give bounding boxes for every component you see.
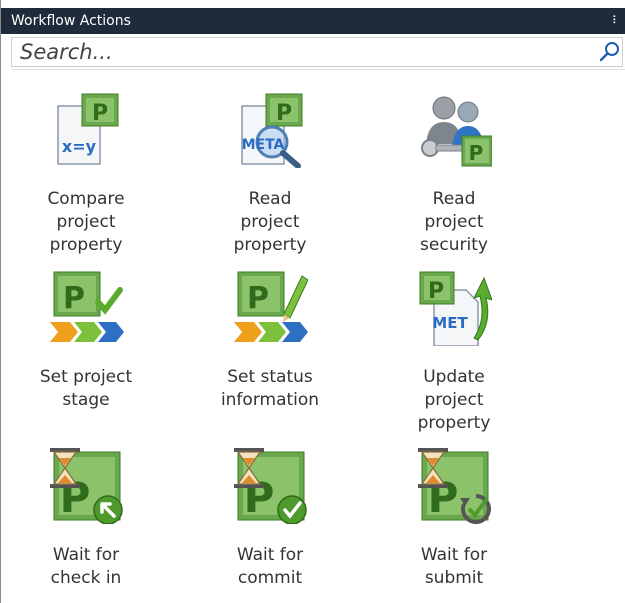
wait-submit-icon: P (418, 448, 491, 524)
action-label: Read project security (420, 189, 488, 255)
svg-text:MET: MET (432, 314, 468, 332)
set-status-icon: P (234, 271, 308, 342)
action-label: Read project property (233, 189, 307, 255)
action-label: Compare project property (47, 189, 125, 255)
action-set-project-stage[interactable]: P Set project stage (11, 270, 161, 430)
svg-text:P: P (63, 281, 85, 316)
read-security-icon: P (421, 96, 492, 167)
workflow-actions-panel: Workflow Actions ⠇ P x=y Compare project… (0, 0, 625, 603)
svg-text:x=y: x=y (62, 137, 97, 156)
panel-grip-icon[interactable]: ⠇ (612, 8, 620, 34)
action-read-project-property[interactable]: P META Read project property (195, 92, 345, 262)
svg-text:P: P (247, 281, 269, 316)
read-property-icon: P META (241, 93, 303, 168)
action-update-project-property[interactable]: P MET Update project property (379, 270, 529, 433)
update-property-icon: P MET (419, 271, 492, 346)
svg-text:P: P (428, 279, 444, 304)
action-wait-for-check-in[interactable]: P Wait for check in (11, 448, 161, 598)
search-box[interactable] (11, 37, 623, 67)
search-icon[interactable] (598, 40, 622, 64)
compare-property-icon: P x=y (57, 93, 119, 165)
action-label: Wait for submit (420, 545, 488, 588)
wait-checkin-icon: P (50, 448, 123, 524)
search-divider (11, 69, 625, 70)
set-stage-icon: P (50, 271, 124, 342)
search-input[interactable] (12, 38, 572, 66)
panel-title: Workflow Actions (11, 13, 131, 29)
action-label: Wait for check in (50, 545, 122, 588)
action-label: Set status information (220, 367, 320, 410)
action-wait-for-commit[interactable]: P Wait for commit (195, 448, 345, 598)
svg-text:P: P (469, 141, 484, 165)
action-label: Set project stage (39, 367, 133, 410)
action-label: Update project property (417, 367, 491, 433)
svg-text:P: P (276, 101, 292, 126)
action-compare-project-property[interactable]: P x=y Compare project property (11, 92, 161, 262)
svg-text:META: META (242, 137, 285, 153)
action-label: Wait for commit (236, 545, 304, 588)
wait-commit-icon: P (234, 448, 307, 524)
panel-title-bar: Workflow Actions ⠇ (1, 8, 625, 34)
action-set-status-information[interactable]: P Set status information (195, 270, 345, 430)
svg-text:P: P (92, 101, 108, 126)
action-wait-for-submit[interactable]: P Wait for submit (379, 448, 529, 598)
action-read-project-security[interactable]: P Read project security (379, 92, 529, 262)
